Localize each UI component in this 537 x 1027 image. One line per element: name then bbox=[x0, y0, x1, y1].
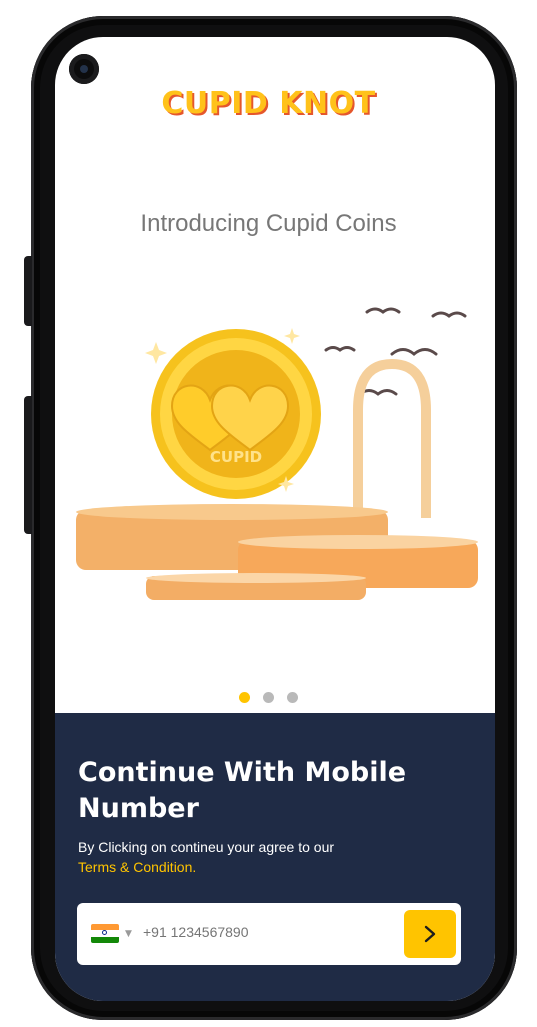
volume-button bbox=[24, 256, 32, 326]
login-panel: Continue With Mobile Number By Clicking … bbox=[55, 713, 495, 1001]
carousel-dot[interactable] bbox=[238, 692, 250, 703]
carousel-dot[interactable] bbox=[263, 692, 274, 703]
terms-link[interactable]: Terms & Condition. bbox=[78, 859, 196, 875]
agreement-text: By Clicking on contineu your agree to ou… bbox=[78, 839, 335, 855]
arch-shape bbox=[353, 358, 431, 518]
app-logo: CUPID KNOT bbox=[0, 86, 537, 121]
country-dropdown-icon[interactable]: ▼ bbox=[125, 929, 132, 939]
cupid-coin-icon: CUPID bbox=[151, 329, 321, 499]
phone-number-input[interactable] bbox=[143, 924, 393, 940]
login-heading: Continue With Mobile Number bbox=[78, 757, 407, 824]
carousel-indicator bbox=[0, 688, 537, 707]
carousel-dot[interactable] bbox=[287, 692, 299, 703]
logo-text: CUPID KNOT bbox=[161, 86, 376, 121]
india-flag-icon[interactable] bbox=[91, 924, 119, 943]
intro-title: Introducing Cupid Coins bbox=[140, 210, 397, 237]
coin-text: CUPID bbox=[210, 448, 262, 466]
cupid-coins-illustration: CUPID bbox=[76, 307, 478, 600]
birds-icon bbox=[324, 307, 467, 396]
submit-button[interactable] bbox=[404, 910, 456, 958]
phone-input-box: ▼ bbox=[77, 903, 461, 965]
terms-text: By Clicking on contineu your agree to ou… bbox=[78, 837, 334, 877]
front-camera bbox=[69, 54, 99, 84]
chevron-right-icon bbox=[424, 925, 436, 943]
power-button bbox=[24, 396, 32, 534]
